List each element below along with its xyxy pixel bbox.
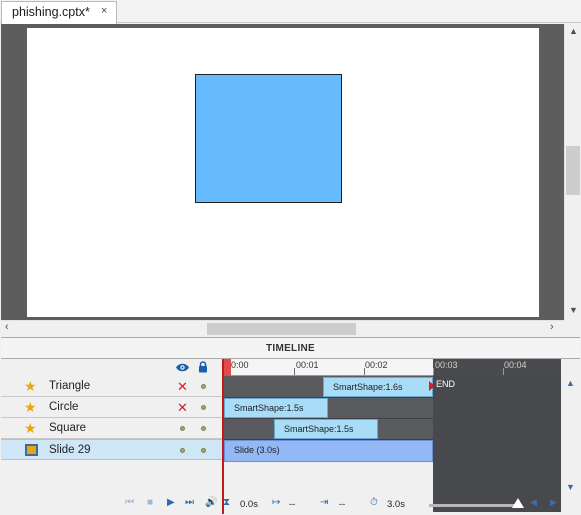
scrollbar-corner [564, 320, 581, 336]
eye-icon[interactable] [175, 361, 190, 376]
scroll-right-arrow-icon[interactable]: › [550, 321, 554, 333]
ruler-label: 00:03 [435, 360, 458, 370]
start-time-icon: ↦ [272, 497, 281, 508]
ruler-tick [364, 368, 365, 375]
star-icon: ★ [24, 420, 37, 436]
close-tab-icon[interactable]: × [101, 5, 107, 17]
zoom-in-arrow-icon[interactable]: ▶ [550, 497, 557, 508]
duration-value: -- [339, 499, 346, 510]
audio-icon[interactable]: 🔊 [205, 497, 217, 508]
zoom-slider-thumb[interactable] [512, 498, 524, 508]
document-tab-label: phishing.cptx* [12, 5, 90, 19]
layer-name: Triangle [49, 380, 91, 392]
scroll-up-arrow-icon[interactable]: ▲ [566, 378, 575, 388]
scroll-left-arrow-icon[interactable]: ‹ [5, 321, 9, 333]
stage-vertical-scrollbar[interactable]: ▲ ▼ [564, 24, 581, 320]
ruler-label: 00:02 [365, 360, 388, 370]
rewind-to-start-icon[interactable]: ⏮ [125, 497, 134, 508]
timeline-title: TIMELINE [265, 343, 316, 354]
layer-name: Circle [49, 401, 79, 413]
layer-row-triangle[interactable]: ★ Triangle ✕ [1, 376, 222, 397]
lock-icon[interactable] [198, 361, 208, 376]
slide-canvas[interactable] [27, 28, 539, 317]
hourglass-icon: ⧗ [223, 497, 231, 508]
lock-toggle-dot[interactable] [201, 448, 206, 453]
timeline-bar-triangle[interactable]: SmartShape:1.6s [323, 377, 433, 397]
start-time-value: -- [289, 499, 296, 510]
lock-toggle-dot[interactable] [201, 384, 206, 389]
layer-row-circle[interactable]: ★ Circle ✕ [1, 397, 222, 418]
square-smartshape[interactable] [195, 74, 342, 203]
stage-area [1, 24, 564, 320]
slide-duration-value: 3.0s [387, 499, 405, 510]
visibility-toggle-dot[interactable] [180, 426, 185, 431]
zoom-out-arrow-icon[interactable]: ◀ [530, 497, 537, 508]
timeline-ruler[interactable]: 00:00 00:01 00:02 00:03 00:04 [224, 359, 561, 376]
document-tab-strip: phishing.cptx* × [0, 0, 581, 24]
ruler-tick [294, 368, 295, 375]
hidden-x-icon[interactable]: ✕ [177, 400, 188, 416]
lock-toggle-dot[interactable] [201, 426, 206, 431]
play-to-end-icon[interactable]: ⏭ [185, 497, 194, 508]
zoom-slider-track[interactable] [429, 504, 521, 507]
hidden-x-icon[interactable]: ✕ [177, 379, 188, 395]
layer-row-square[interactable]: ★ Square [1, 418, 222, 439]
ruler-label: 00:04 [504, 360, 527, 370]
timeline-bar-circle[interactable]: SmartShape:1.5s [224, 398, 328, 418]
layer-name: Square [49, 422, 87, 434]
scroll-down-arrow-icon[interactable]: ▼ [566, 482, 575, 492]
timeline-panel: ★ Triangle ✕ ★ Circle ✕ ★ Square Slide 2… [1, 359, 580, 514]
timeline-bar-slide[interactable]: Slide (3.0s) [224, 440, 433, 462]
timeline-end-zone-lower [433, 462, 561, 495]
duration-icon: ⇥ [320, 497, 329, 508]
scroll-up-arrow-icon[interactable]: ▲ [569, 26, 578, 36]
layer-name: Slide 29 [49, 444, 91, 456]
star-icon: ★ [24, 399, 37, 415]
scroll-down-arrow-icon[interactable]: ▼ [569, 305, 578, 315]
play-icon[interactable]: ▶ [167, 497, 175, 508]
star-icon: ★ [24, 378, 37, 394]
playhead-marker[interactable] [224, 359, 231, 376]
ruler-tick [433, 368, 434, 375]
timeline-vertical-scrollbar[interactable]: ▲ ▼ [561, 376, 580, 495]
current-time-value: 0.0s [240, 499, 258, 510]
lock-toggle-dot[interactable] [201, 405, 206, 410]
document-tab[interactable]: phishing.cptx* × [1, 1, 117, 24]
stop-icon[interactable]: ■ [147, 497, 153, 508]
horizontal-scroll-thumb[interactable] [207, 323, 356, 335]
vertical-scroll-thumb[interactable] [566, 146, 580, 195]
layer-row-slide[interactable]: Slide 29 [1, 439, 222, 460]
stopwatch-icon: ⏱ [370, 497, 378, 508]
ruler-tick [503, 368, 504, 375]
end-label: END [436, 379, 456, 389]
timeline-bar-square[interactable]: SmartShape:1.5s [274, 419, 378, 439]
ruler-label: 00:01 [296, 360, 319, 370]
timeline-panel-header[interactable]: TIMELINE [1, 337, 580, 359]
visibility-toggle-dot[interactable] [180, 448, 185, 453]
stage-horizontal-scrollbar[interactable]: ‹ › [1, 320, 564, 336]
slide-icon [25, 444, 38, 456]
timeline-tracks: SmartShape:1.6s SmartShape:1.5s SmartSha… [224, 376, 561, 512]
